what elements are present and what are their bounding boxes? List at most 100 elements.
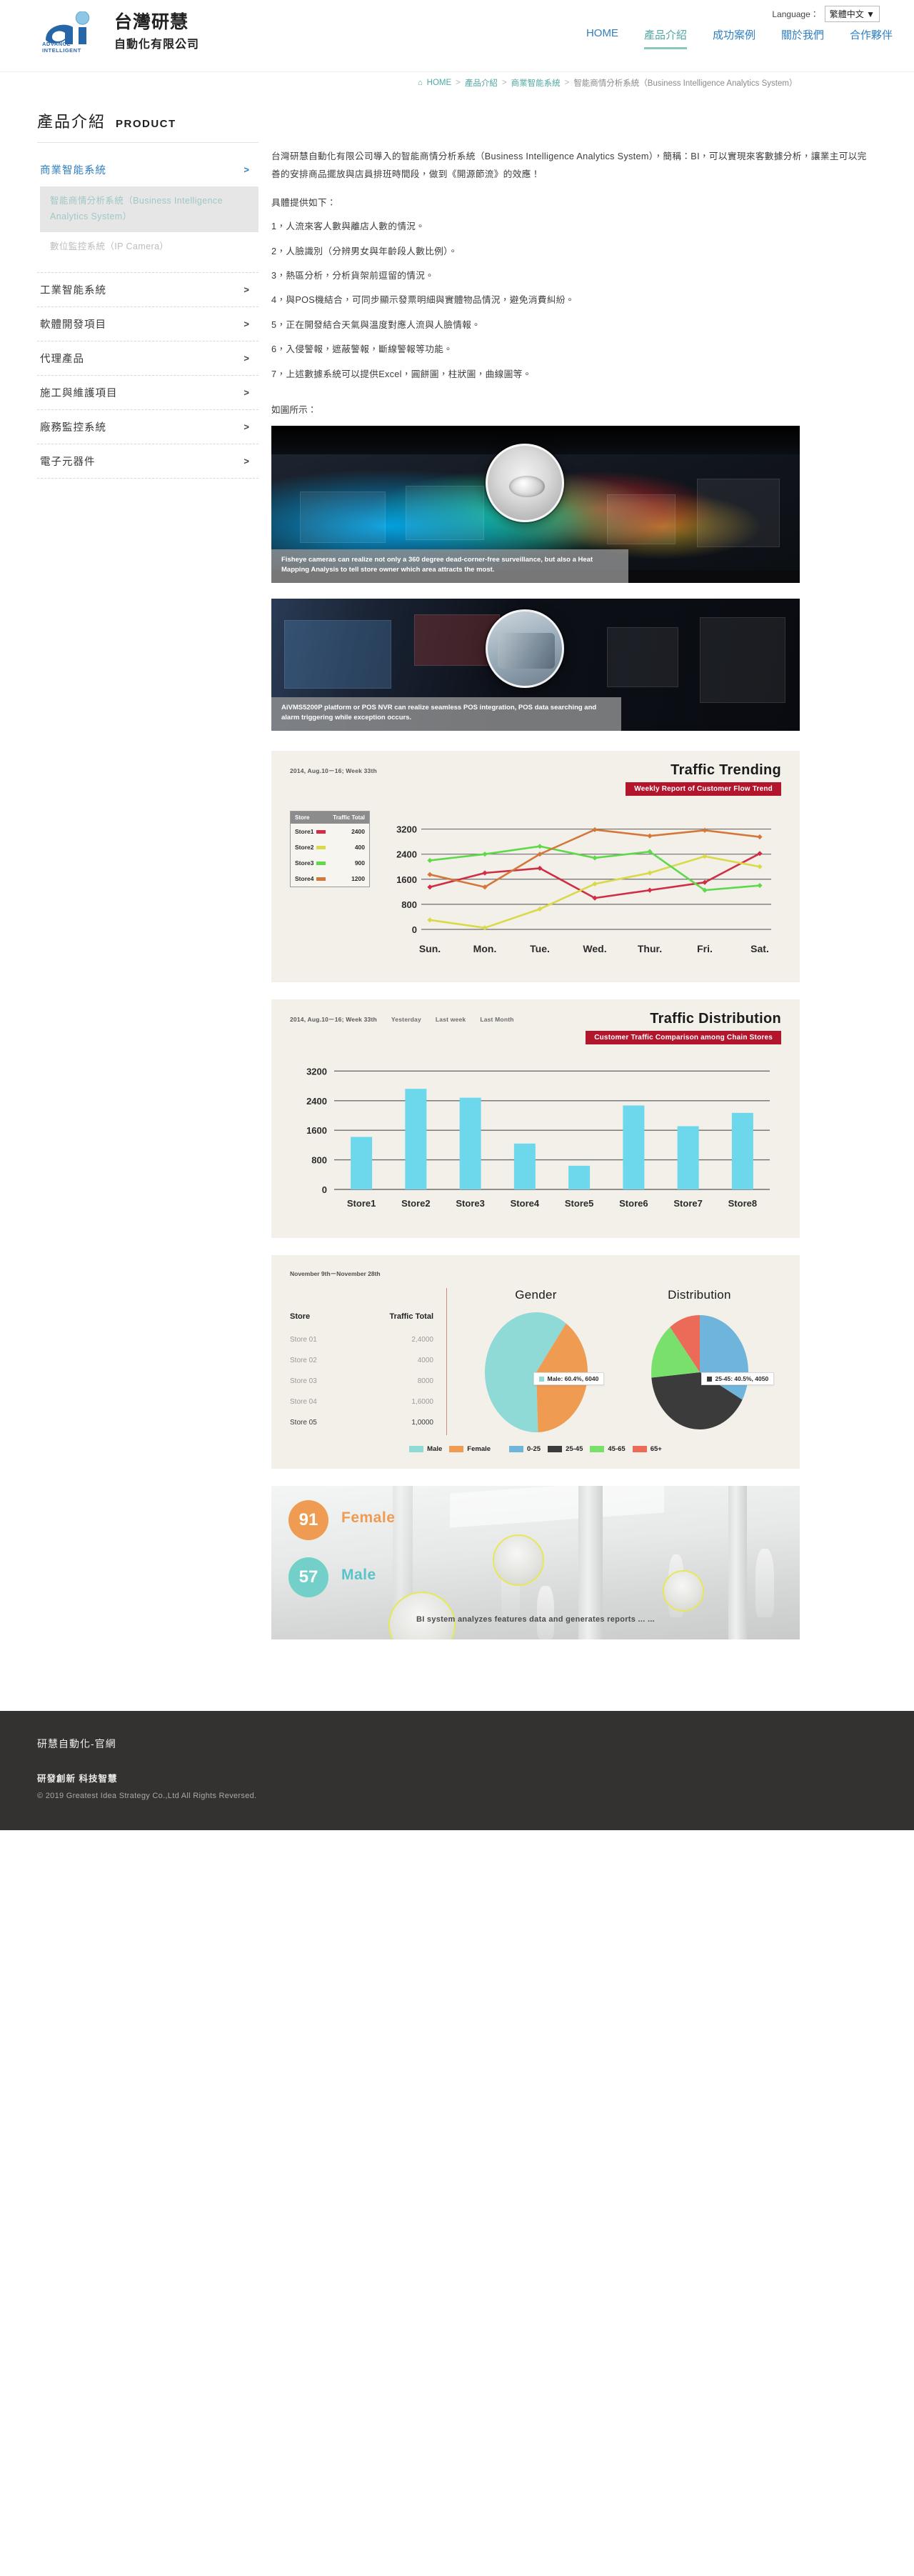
- line-chart-svg: 0 800 1600 2400 3200 Sun. Mon. Tue. Wed. Thur. Fri…: [396, 824, 771, 954]
- legend-item-0-25: 0-25: [509, 1445, 541, 1453]
- breadcrumb-current: 智能商情分析系統（Business Intelligence Analytics…: [573, 79, 798, 88]
- svg-text:1600: 1600: [396, 874, 417, 885]
- detected-face-ring: [663, 1570, 704, 1612]
- breadcrumb-item-products[interactable]: 產品介紹: [465, 77, 498, 89]
- sidebar-subitem-ip-camera[interactable]: 數位監控系統（IP Camera）: [40, 232, 258, 262]
- sidebar-subitem-bi-analytics[interactable]: 智能商情分析系統（Business Intelligence Analytics…: [40, 186, 258, 232]
- logo-company-sub: 自動化有限公司: [114, 39, 200, 51]
- sidebar-item-label: 商業智能系統: [40, 165, 106, 176]
- tooltip-swatch: [706, 1376, 712, 1382]
- cell-store: Store 01: [290, 1336, 317, 1344]
- tooltip-swatch: [538, 1376, 544, 1382]
- legend-series-total: 1200: [351, 875, 365, 883]
- sidebar-item-bi-systems[interactable]: 商業智能系統 >: [37, 153, 258, 186]
- sidebar-item-agency-products[interactable]: 代理產品 >: [37, 341, 258, 376]
- face-recognition-figure: 91 Female 57 Male BI system analyzes fea…: [271, 1486, 800, 1640]
- shelf: [607, 494, 676, 545]
- legend-item-65plus: 65+: [632, 1445, 662, 1453]
- legend-series-label: Store1: [295, 828, 314, 836]
- site-footer: 研慧自動化-官網 研發創新 科技智慧 © 2019 Greatest Idea …: [0, 1711, 914, 1831]
- nav-item-home[interactable]: HOME: [586, 27, 618, 46]
- pie-date-range: November 9th－November 28th: [290, 1270, 381, 1278]
- cell-total: 8000: [417, 1377, 433, 1386]
- legend-header-total: Traffic Total: [333, 814, 365, 822]
- distribution-pie-svg: [651, 1315, 748, 1430]
- language-label: Language：: [772, 9, 819, 19]
- table-row: Store 05 1,0000: [290, 1412, 433, 1433]
- detected-face-ring: [493, 1534, 544, 1587]
- svg-text:Thur.: Thur.: [638, 943, 662, 954]
- legend-series-label: Store4: [295, 875, 314, 883]
- lead-paragraph: 具體提供如下：: [271, 197, 336, 208]
- legend-series-total: 900: [354, 859, 365, 867]
- nav-item-about[interactable]: 關於我們: [781, 27, 824, 49]
- chart-tab-last-month[interactable]: Last Month: [480, 1016, 513, 1023]
- breadcrumb-item-home[interactable]: HOME: [427, 79, 452, 87]
- store-traffic-table: Store Traffic Total Store 01 2,4000 Stor…: [290, 1288, 447, 1436]
- chart-tab-yesterday[interactable]: Yesterday: [391, 1016, 421, 1023]
- breadcrumb-separator: >: [564, 79, 570, 87]
- chart-title: Traffic Trending: [671, 762, 781, 779]
- sidebar-item-components[interactable]: 電子元器件 >: [37, 444, 258, 479]
- sidebar-item-industrial[interactable]: 工業智能系統 >: [37, 271, 258, 307]
- chart-date-range: 2014, Aug.10－16; Week 33th: [290, 1016, 377, 1024]
- chevron-right-icon: >: [243, 318, 250, 329]
- shelf: [284, 620, 391, 689]
- svg-text:Sun.: Sun.: [419, 943, 441, 954]
- legend-item-45-65: 45-65: [590, 1445, 626, 1453]
- svg-text:Fri.: Fri.: [697, 943, 713, 954]
- chevron-right-icon: >: [243, 352, 250, 364]
- legend-label: Female: [467, 1445, 491, 1454]
- legend-series-total: 2400: [351, 828, 365, 836]
- legend-row: Store1 2400: [291, 824, 369, 839]
- page-title-cn: 產品介紹: [37, 113, 106, 131]
- intro-paragraph: 台灣研慧自動化有限公司導入的智能商情分析系統（Business Intellig…: [271, 151, 867, 180]
- ai-logo-icon: ADVANCE INTELLIGENT: [41, 11, 106, 54]
- cell-store: Store 02: [290, 1357, 317, 1365]
- chevron-right-icon: >: [243, 284, 250, 295]
- svg-text:800: 800: [401, 899, 417, 910]
- site-logo[interactable]: ADVANCE INTELLIGENT 台灣研慧 自動化有限公司: [41, 11, 200, 54]
- svg-text:Sat.: Sat.: [750, 943, 769, 954]
- scene-person: [537, 1586, 554, 1640]
- legend-swatch: [449, 1446, 464, 1453]
- logo-tagline: ADVANCE INTELLIGENT: [42, 41, 81, 54]
- breadcrumb-item-bi-systems[interactable]: 商業智能系統: [511, 77, 561, 89]
- nav-item-products[interactable]: 產品介紹: [643, 27, 687, 49]
- shelf: [607, 627, 678, 688]
- tooltip-text: Male: 60.4%, 6040: [547, 1375, 599, 1383]
- breadcrumb-separator: >: [501, 79, 507, 87]
- feature-item: 7，上述數據系統可以提供Excel，圓餅圖，柱狀圖，曲線圖等。: [271, 369, 532, 379]
- line-plot: 0 800 1600 2400 3200 Sun. Mon. Tue. Wed. Thur. Fri…: [380, 807, 781, 964]
- feature-item: 5，正在開發結合天氣與溫度對應人流與人臉情報。: [271, 319, 481, 330]
- svg-text:Store4: Store4: [511, 1198, 540, 1209]
- sidebar-item-construction[interactable]: 施工與維護項目 >: [37, 376, 258, 410]
- sidebar-item-plant-monitoring[interactable]: 廠務監控系統 >: [37, 410, 258, 444]
- language-select[interactable]: 繁體中文 ▼: [824, 6, 880, 22]
- sidebar-item-software[interactable]: 軟體開發項目 >: [37, 307, 258, 341]
- legend-swatch: [590, 1446, 605, 1453]
- feature-item: 1，人流來客人數與離店人數的情況。: [271, 221, 426, 232]
- fisheye-heatmap-figure: Fisheye cameras can realize not only a 3…: [271, 426, 800, 584]
- language-switcher[interactable]: Language： 繁體中文 ▼: [772, 6, 880, 22]
- cell-total: 1,0000: [411, 1419, 433, 1427]
- nav-item-partners[interactable]: 合作夥伴: [850, 27, 893, 49]
- legend-series-label: Store2: [295, 844, 314, 852]
- traffic-distribution-chart: 2014, Aug.10－16; Week 33th Yesterday Las…: [271, 999, 800, 1239]
- chart-title-block: Traffic Distribution Customer Traffic Co…: [586, 1011, 781, 1045]
- footer-copyright: © 2019 Greatest Idea Strategy Co.,Ltd Al…: [37, 1792, 257, 1801]
- svg-text:Store7: Store7: [673, 1198, 702, 1209]
- nav-item-cases[interactable]: 成功案例: [713, 27, 755, 49]
- bar-plot: 0 800 1600 2400 3200 Store1 Store2 Store3 Store4…: [290, 1052, 781, 1224]
- svg-text:3200: 3200: [396, 824, 417, 835]
- pie-title-gender: Gender: [515, 1288, 557, 1302]
- cell-total: 1,6000: [411, 1398, 433, 1407]
- feature-item: 6，入侵警報，遮蔽警報，斷線警報等功能。: [271, 344, 453, 355]
- pie-legend: Male Female 0-25 25-45 45-65 65+: [290, 1445, 781, 1453]
- figure-caption: BI system analyzes features data and gen…: [416, 1615, 656, 1624]
- feature-item: 4，與POS機結合，可同步顯示發票明細與實體物品情況，避免消費糾紛。: [271, 295, 575, 306]
- chevron-right-icon: >: [243, 421, 250, 432]
- sidebar-item-label: 施工與維護項目: [40, 387, 118, 399]
- cell-store: Store 04: [290, 1398, 317, 1407]
- chart-tab-last-week[interactable]: Last week: [436, 1016, 466, 1023]
